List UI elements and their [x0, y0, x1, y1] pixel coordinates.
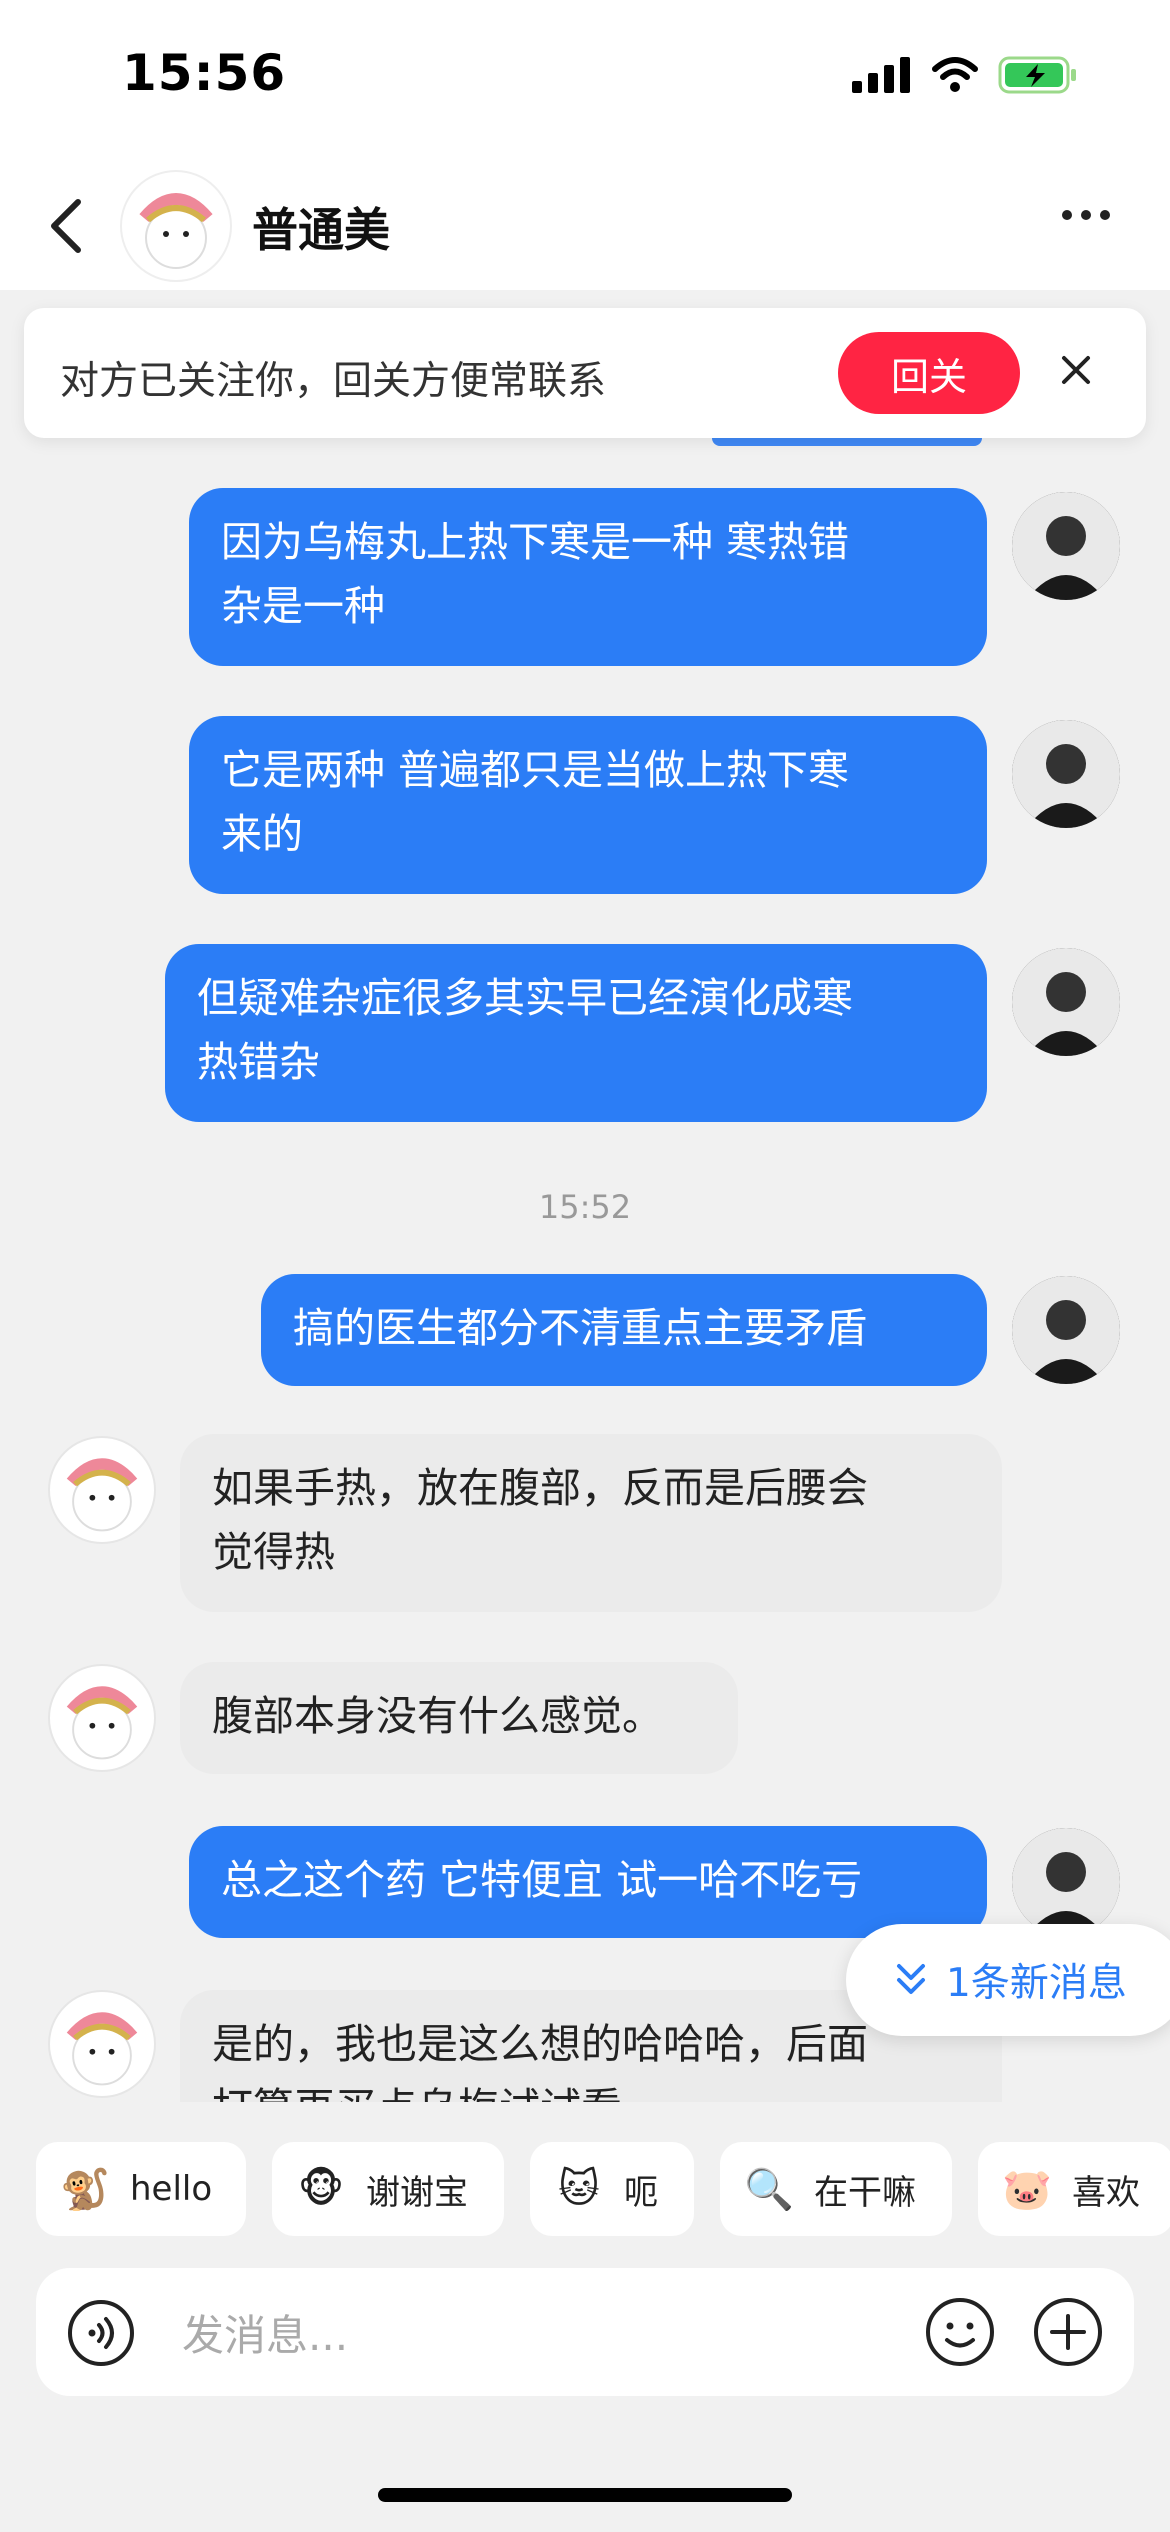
- message-input[interactable]: 发消息...: [182, 2302, 348, 2363]
- quick-reply-chip[interactable]: 🐱 呃: [530, 2142, 694, 2236]
- emoji-button[interactable]: [924, 2296, 996, 2368]
- quick-reply-label: 呃: [624, 2172, 658, 2213]
- chevrons-down-icon: [897, 1964, 925, 1994]
- my-avatar-image: [1012, 1828, 1120, 1936]
- message-line: 如果手热，放在腹部，反而是后腰会: [212, 1464, 868, 1512]
- message-bubble-sent[interactable]: 但疑难杂症很多其实早已经演化成寒 热错杂: [165, 944, 987, 1122]
- more-actions-button[interactable]: [1032, 2296, 1104, 2368]
- banner-close-button[interactable]: [1056, 350, 1096, 390]
- my-avatar-image: [1012, 1276, 1120, 1384]
- signal-icon: [852, 57, 910, 93]
- status-time: 15:56: [122, 44, 287, 102]
- sticker-icon: 🐵: [297, 2166, 345, 2212]
- message-bubble-received[interactable]: 如果手热，放在腹部，反而是后腰会 觉得热: [180, 1434, 1002, 1612]
- sticker-icon: 🐷: [1002, 2166, 1052, 2213]
- new-message-pill[interactable]: 1条新消息: [846, 1924, 1170, 2036]
- more-dot-icon: [1062, 210, 1072, 220]
- contact-avatar[interactable]: [48, 1664, 156, 1772]
- message-line: 总之这个药 它特便宜 试一哈不吃亏: [221, 1856, 863, 1904]
- message-bubble-sent[interactable]: 总之这个药 它特便宜 试一哈不吃亏: [189, 1826, 987, 1938]
- chevron-left-icon: [51, 199, 81, 253]
- quick-reply-chip[interactable]: 🔍 在干嘛: [720, 2142, 952, 2236]
- message-line: 来的: [221, 810, 303, 858]
- my-avatar-image: [1012, 948, 1120, 1056]
- my-avatar-image: [1012, 720, 1120, 828]
- sticker-icon: 🔍: [744, 2166, 794, 2213]
- quick-reply-label: 喜欢: [1072, 2172, 1140, 2213]
- quick-reply-bar: 🐒 hello 🐵 谢谢宝 🐱 呃 🔍 在干嘛 🐷 喜欢: [36, 2142, 1170, 2236]
- message-bubble-peek: [712, 438, 982, 446]
- message-line: 腹部本身没有什么感觉。: [212, 1692, 663, 1740]
- banner-text: 对方已关注你，回关方便常联系: [60, 359, 607, 404]
- contact-avatar[interactable]: [48, 1436, 156, 1544]
- my-avatar[interactable]: [1012, 948, 1120, 1056]
- message-line: 搞的医生都分不清重点主要矛盾: [293, 1304, 867, 1352]
- contact-avatar-image: [139, 193, 213, 269]
- contact-avatar-image: [66, 2012, 138, 2086]
- my-avatar[interactable]: [1012, 720, 1120, 828]
- contact-avatar[interactable]: [120, 170, 232, 282]
- status-icons: [852, 55, 1078, 95]
- message-line: 是的，我也是这么想的哈哈哈，后面: [212, 2020, 868, 2068]
- quick-reply-chip[interactable]: 🐷 喜欢: [978, 2142, 1170, 2236]
- contact-avatar-image: [66, 1686, 138, 1760]
- plus-icon: [1034, 2298, 1102, 2366]
- quick-reply-label: 在干嘛: [814, 2172, 916, 2213]
- more-dot-icon: [1100, 210, 1110, 220]
- new-message-label: 1条新消息: [946, 1961, 1127, 2006]
- message-bubble-sent[interactable]: 因为乌梅丸上热下寒是一种 寒热错 杂是一种: [189, 488, 987, 666]
- follow-banner: 对方已关注你，回关方便常联系 回关: [24, 308, 1146, 438]
- quick-reply-label: hello: [130, 2169, 213, 2209]
- message-line: 它是两种 普遍都只是当做上热下寒: [221, 746, 850, 794]
- follow-back-button[interactable]: 回关: [838, 332, 1020, 414]
- quick-reply-chip[interactable]: 🐵 谢谢宝: [272, 2142, 504, 2236]
- message-line: 热错杂: [197, 1038, 320, 1086]
- voice-icon: [68, 2300, 134, 2366]
- message-input-box[interactable]: 发消息...: [36, 2268, 1134, 2396]
- more-dot-icon: [1081, 210, 1091, 220]
- message-bubble-received[interactable]: 腹部本身没有什么感觉。: [180, 1662, 738, 1774]
- quick-reply-label: 谢谢宝: [366, 2172, 468, 2213]
- home-indicator: [378, 2488, 792, 2502]
- quick-reply-chip[interactable]: 🐒 hello: [36, 2142, 246, 2236]
- wifi-icon: [932, 57, 978, 92]
- my-avatar[interactable]: [1012, 492, 1120, 600]
- more-options-button[interactable]: [1062, 210, 1110, 220]
- message-line: 但疑难杂症很多其实早已经演化成寒: [197, 974, 853, 1022]
- my-avatar[interactable]: [1012, 1276, 1120, 1384]
- my-avatar-image: [1012, 492, 1120, 600]
- chat-timestamp: 15:52: [538, 1188, 632, 1226]
- smile-icon: [926, 2298, 994, 2366]
- sticker-icon: 🐱: [558, 2166, 600, 2212]
- contact-name[interactable]: 普通美: [252, 194, 390, 260]
- message-line: 觉得热: [212, 1528, 335, 1576]
- message-bubble-sent[interactable]: 它是两种 普遍都只是当做上热下寒 来的: [189, 716, 987, 894]
- message-bubble-sent[interactable]: 搞的医生都分不清重点主要矛盾: [261, 1274, 987, 1386]
- message-line: 杂是一种: [221, 582, 385, 630]
- battery-icon: [998, 56, 1076, 94]
- back-button[interactable]: [44, 196, 88, 256]
- contact-avatar[interactable]: [48, 1990, 156, 2098]
- close-icon: [1062, 356, 1090, 384]
- message-line: 因为乌梅丸上热下寒是一种 寒热错: [221, 518, 850, 566]
- my-avatar[interactable]: [1012, 1828, 1120, 1936]
- sticker-icon: 🐒: [60, 2166, 110, 2213]
- voice-button[interactable]: [66, 2298, 136, 2368]
- contact-avatar-image: [66, 1458, 138, 1532]
